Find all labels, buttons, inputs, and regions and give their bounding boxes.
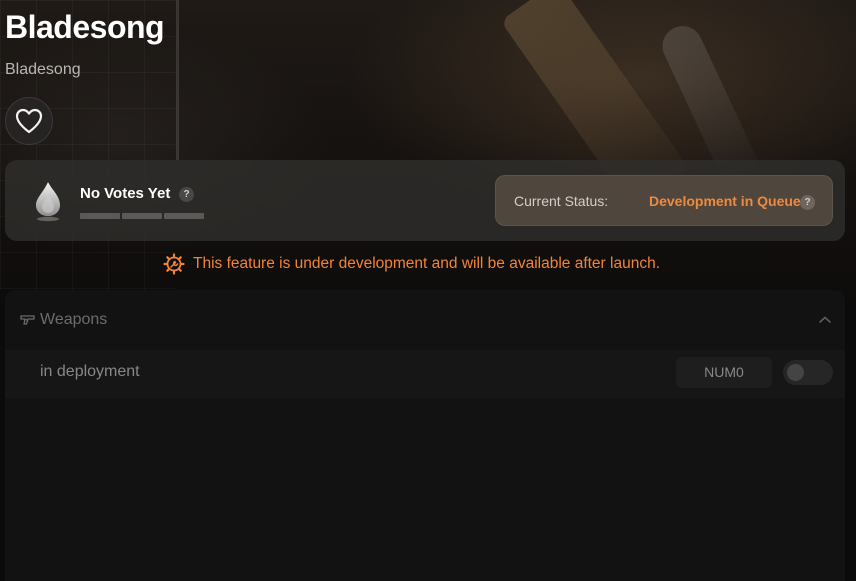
- votes-label: No Votes Yet: [80, 185, 171, 202]
- chevron-up-icon[interactable]: [817, 313, 833, 327]
- status-label: Current Status:: [514, 193, 609, 209]
- hotkey-button[interactable]: NUM0: [676, 357, 772, 388]
- development-notice: This feature is under development and wi…: [163, 253, 660, 275]
- vote-bar-segment: [122, 213, 162, 219]
- vote-panel: No Votes Yet ? Current Status: Developme…: [5, 160, 845, 241]
- pistol-icon: [20, 315, 35, 325]
- flame-drop-icon: [36, 182, 60, 222]
- status-box: Current Status: Development in Queue ?: [495, 175, 833, 226]
- weapons-section: Weapons in deployment NUM0: [5, 290, 845, 581]
- weapons-section-header[interactable]: Weapons: [5, 290, 845, 350]
- vote-bar-segment: [164, 213, 204, 219]
- favorite-button[interactable]: [5, 97, 53, 145]
- vote-progress-bar: [80, 213, 204, 219]
- page-subtitle: Bladesong: [5, 61, 81, 78]
- votes-help-icon[interactable]: ?: [179, 187, 194, 202]
- list-item: in deployment NUM0: [5, 350, 845, 398]
- heart-outline-icon: [15, 108, 43, 134]
- status-help-icon[interactable]: ?: [800, 195, 815, 210]
- feature-toggle[interactable]: [783, 360, 833, 385]
- weapons-section-title: Weapons: [40, 311, 108, 328]
- background-divider: [176, 0, 179, 160]
- page-title: Bladesong: [5, 9, 165, 45]
- toggle-knob: [787, 364, 804, 381]
- feature-label: in deployment: [40, 363, 140, 380]
- status-value: Development in Queue: [649, 193, 801, 209]
- gear-wrench-icon: [163, 253, 185, 275]
- vote-bar-segment: [80, 213, 120, 219]
- development-notice-text: This feature is under development and wi…: [193, 255, 660, 272]
